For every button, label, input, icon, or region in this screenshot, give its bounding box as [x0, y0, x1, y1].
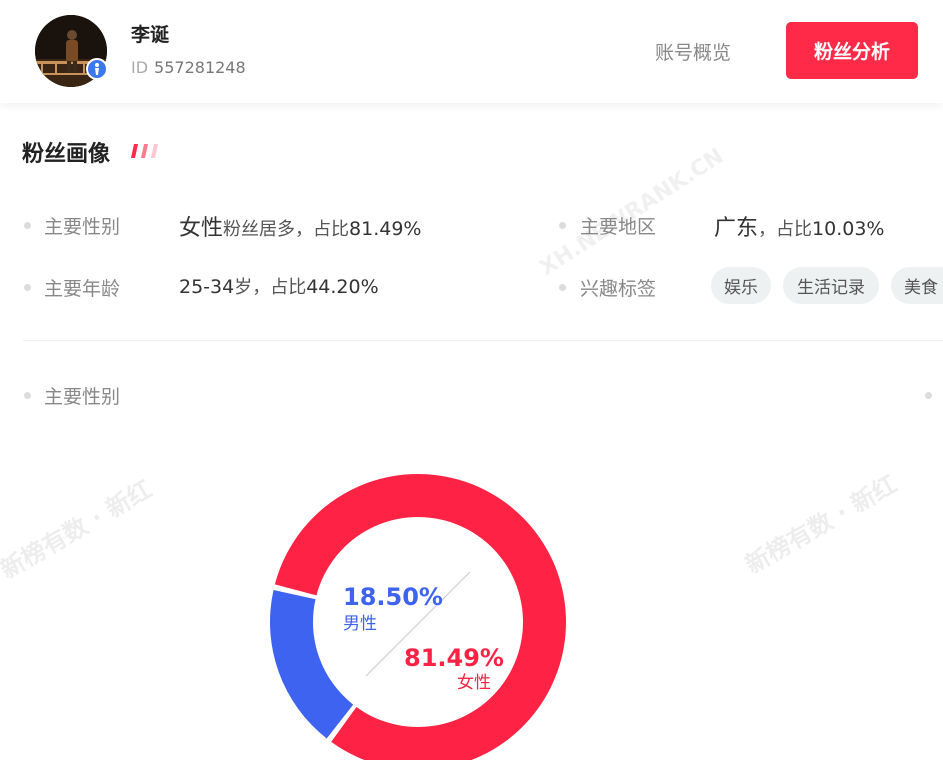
account-id-value: 557281248 — [154, 58, 246, 77]
account-header: 李诞 ID 557281248 账号概览 粉丝分析 — [0, 0, 943, 103]
verified-badge-icon — [86, 58, 108, 80]
account-name: 李诞 — [131, 24, 170, 46]
female-series-label: 女性 — [457, 673, 491, 693]
male-series-label: 男性 — [343, 614, 377, 634]
tab-fan-analysis[interactable]: 粉丝分析 — [786, 22, 918, 79]
male-percent-label: 18.50% — [343, 583, 443, 611]
account-id: ID 557281248 — [131, 58, 246, 77]
tab-account-overview[interactable]: 账号概览 — [655, 38, 731, 65]
donut-segment-male[interactable] — [270, 589, 354, 739]
account-id-label: ID — [131, 58, 149, 77]
